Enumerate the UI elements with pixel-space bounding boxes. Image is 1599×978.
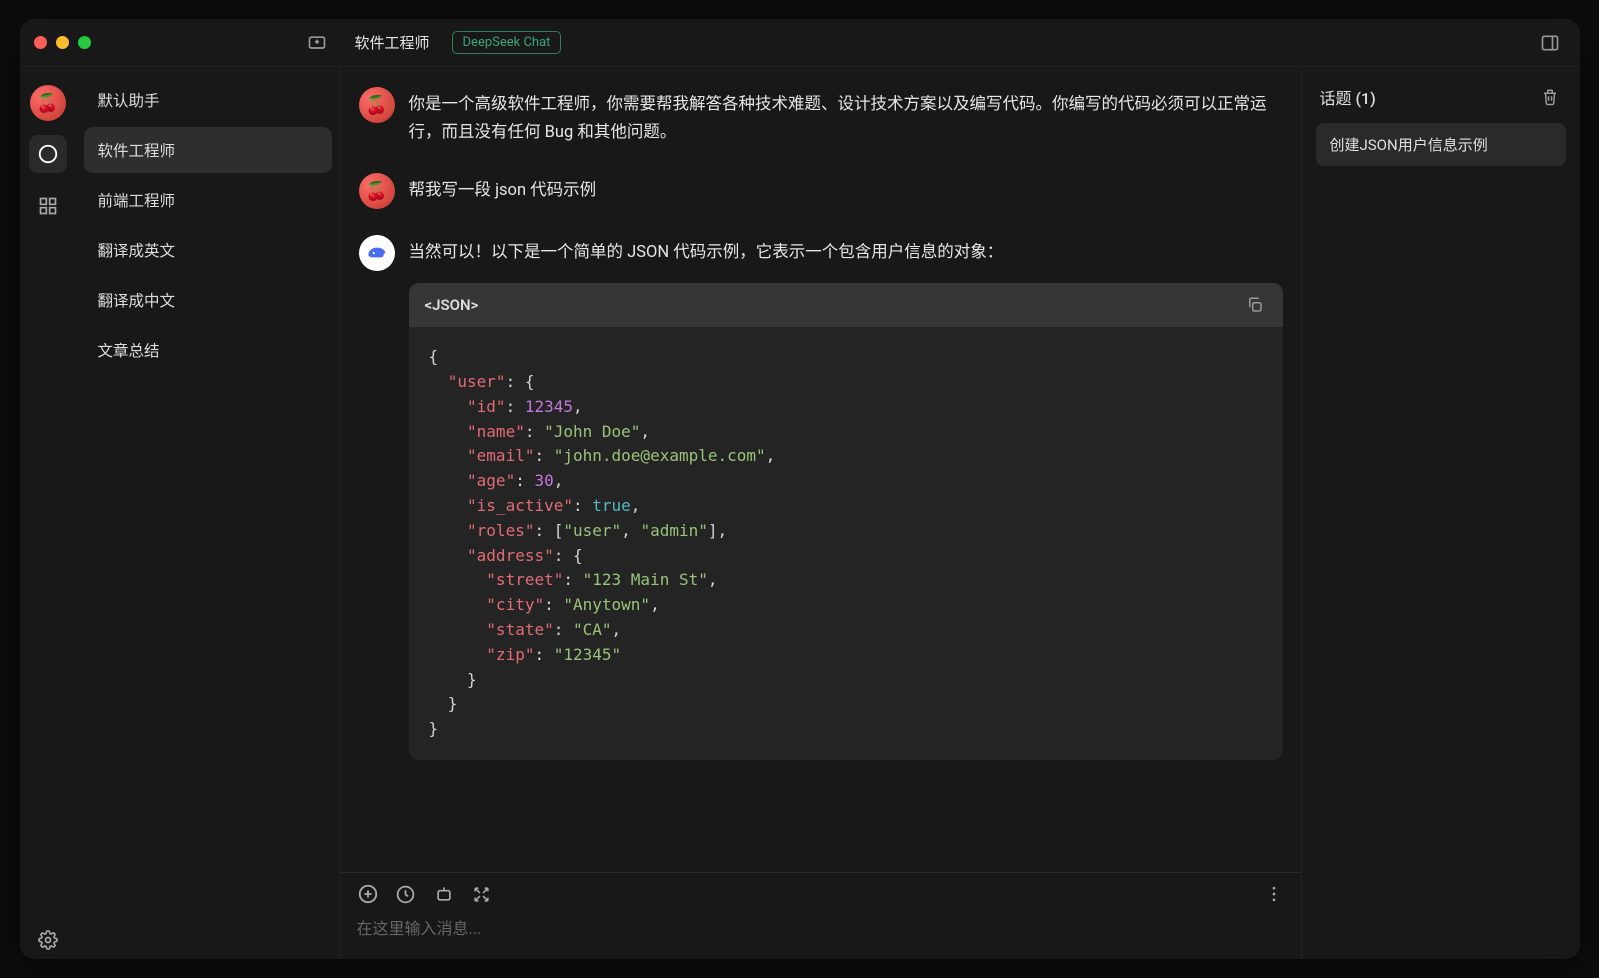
copy-code-icon[interactable]: [1243, 293, 1267, 317]
page-title: 软件工程师: [355, 32, 430, 53]
nav-rail: 🍒: [20, 67, 76, 959]
minimize-window-button[interactable]: [56, 36, 69, 49]
input-tools: [357, 883, 1285, 905]
avatar-cherry-icon: 🍒: [359, 173, 395, 209]
avatar-deepseek-icon: [359, 235, 395, 271]
more-options-icon[interactable]: [1263, 883, 1285, 905]
message-input[interactable]: 在这里输入消息...: [357, 915, 1285, 939]
robot-icon[interactable]: [433, 883, 455, 905]
topics-title: 话题 (1): [1320, 85, 1376, 109]
assistant-item-translate-zh[interactable]: 翻译成中文: [84, 277, 332, 323]
topic-item[interactable]: 创建JSON用户信息示例: [1316, 123, 1566, 166]
message-text: 当然可以！以下是一个简单的 JSON 代码示例，它表示一个包含用户信息的对象：: [409, 235, 1283, 267]
new-chat-icon[interactable]: [301, 27, 333, 59]
code-block: <JSON> { "user": { "id": 12345, "name": …: [409, 283, 1283, 760]
messages-scroll[interactable]: 🍒 你是一个高级软件工程师，你需要帮我解答各种技术难题、设计技术方案以及编写代码…: [341, 67, 1301, 872]
delete-topics-icon[interactable]: [1538, 85, 1562, 109]
traffic-lights: [34, 36, 91, 49]
close-window-button[interactable]: [34, 36, 47, 49]
assistant-item-software-engineer[interactable]: 软件工程师: [84, 127, 332, 173]
assistant-item-translate-en[interactable]: 翻译成英文: [84, 227, 332, 273]
chat-area: 🍒 你是一个高级软件工程师，你需要帮我解答各种技术难题、设计技术方案以及编写代码…: [340, 67, 1302, 959]
settings-icon[interactable]: [29, 921, 67, 959]
assistant-item-default[interactable]: 默认助手: [84, 77, 332, 123]
code-language-label: <JSON>: [425, 296, 479, 314]
topics-sidebar: 话题 (1) 创建JSON用户信息示例: [1302, 67, 1580, 959]
input-bar: 在这里输入消息...: [341, 872, 1301, 959]
code-content: { "user": { "id": 12345, "name": "John D…: [409, 327, 1283, 760]
toggle-sidebar-icon[interactable]: [1534, 27, 1566, 59]
app-window: 软件工程师 DeepSeek Chat 🍒 默认助手 软件工程师 前端工: [20, 19, 1580, 959]
assistants-sidebar: 默认助手 软件工程师 前端工程师 翻译成英文 翻译成中文 文章总结: [76, 67, 340, 959]
history-icon[interactable]: [395, 883, 417, 905]
nav-chat-icon[interactable]: [29, 135, 67, 173]
message-text: 帮我写一段 json 代码示例: [409, 173, 1283, 205]
avatar-cherry-icon: 🍒: [359, 87, 395, 123]
message-user: 🍒 帮我写一段 json 代码示例: [359, 173, 1283, 209]
message-system: 🍒 你是一个高级软件工程师，你需要帮我解答各种技术难题、设计技术方案以及编写代码…: [359, 87, 1283, 147]
maximize-window-button[interactable]: [78, 36, 91, 49]
app-body: 🍒 默认助手 软件工程师 前端工程师 翻译成英文 翻译成中文 文章总结: [20, 67, 1580, 959]
expand-icon[interactable]: [471, 883, 493, 905]
titlebar: 软件工程师 DeepSeek Chat: [20, 19, 1580, 67]
topics-header: 话题 (1): [1316, 81, 1566, 123]
code-header: <JSON>: [409, 283, 1283, 327]
model-badge[interactable]: DeepSeek Chat: [452, 31, 562, 54]
assistant-item-frontend-engineer[interactable]: 前端工程师: [84, 177, 332, 223]
message-text: 你是一个高级软件工程师，你需要帮我解答各种技术难题、设计技术方案以及编写代码。你…: [409, 87, 1283, 147]
nav-apps-icon[interactable]: [29, 187, 67, 225]
assistant-item-summarize[interactable]: 文章总结: [84, 327, 332, 373]
message-assistant: 当然可以！以下是一个简单的 JSON 代码示例，它表示一个包含用户信息的对象： …: [359, 235, 1283, 760]
add-attachment-icon[interactable]: [357, 883, 379, 905]
app-avatar[interactable]: 🍒: [30, 85, 66, 121]
